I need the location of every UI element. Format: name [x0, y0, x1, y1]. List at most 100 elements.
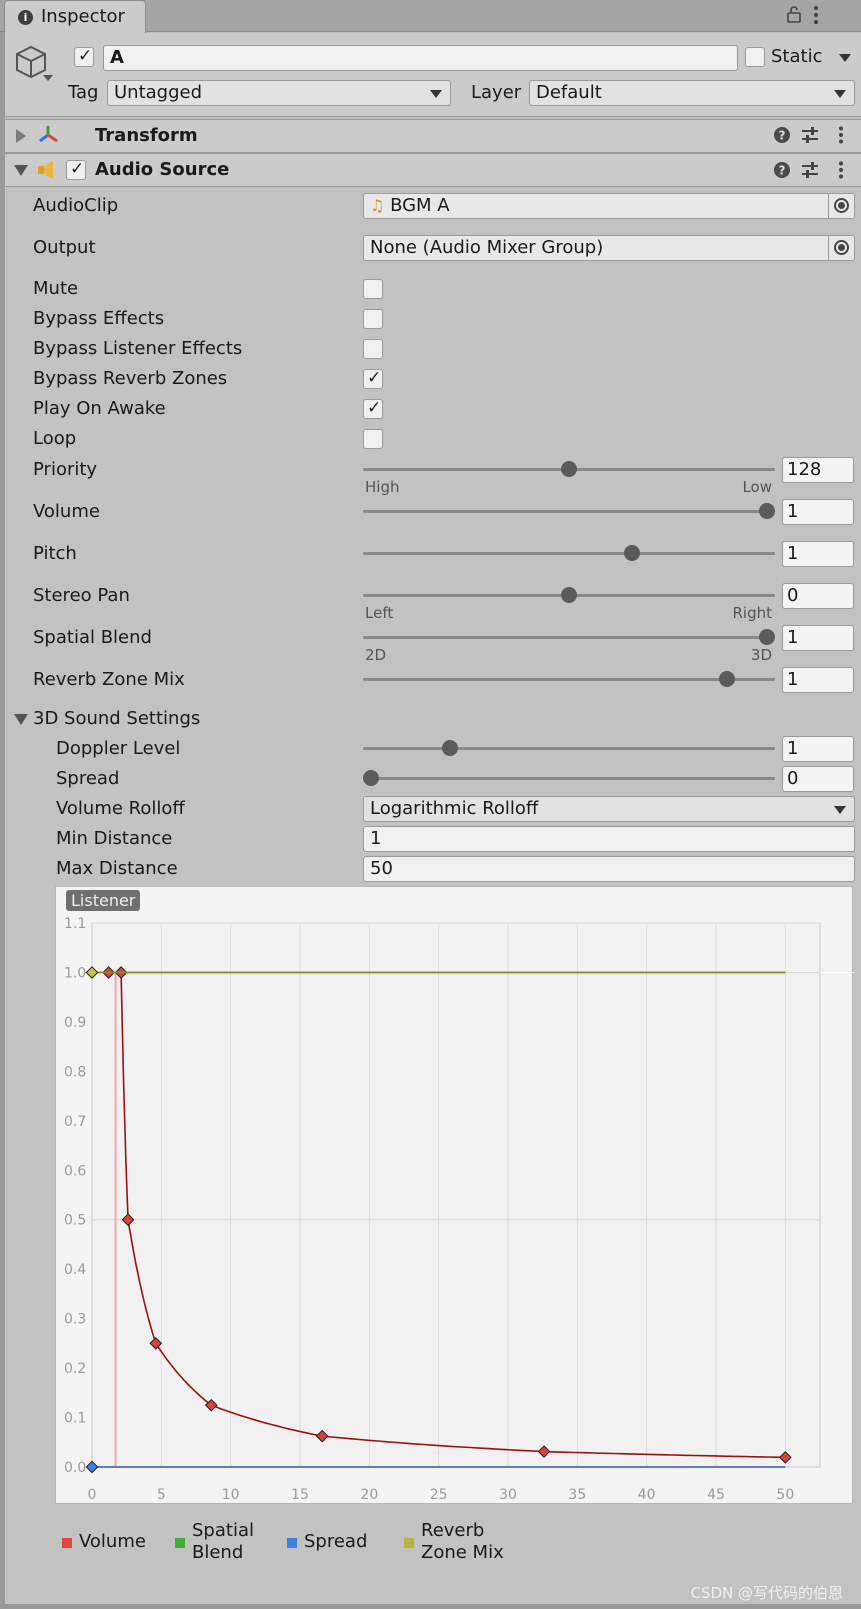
toggle-label: Bypass Listener Effects [33, 338, 243, 359]
slider-knob[interactable] [561, 587, 577, 603]
slider-track[interactable] [363, 510, 775, 513]
tab-title: Inspector [41, 6, 125, 27]
kebab-menu-icon[interactable] [838, 161, 844, 184]
foldout-expanded-icon[interactable] [14, 714, 28, 725]
y-tick-label: 0.9 [64, 1015, 86, 1031]
legend-swatch[interactable] [287, 1538, 297, 1548]
y-tick-label: 0.8 [64, 1064, 86, 1080]
y-tick-label: 1.1 [64, 916, 86, 932]
foldout-expanded-icon[interactable] [14, 165, 28, 176]
rolloff-graph[interactable]: 0 5 10 15 20 25 30 35 40 45 50 0.0 0.1 0.2 0.3 0.4 0.5 0.… [55, 886, 854, 1504]
object-picker-icon[interactable] [828, 236, 854, 260]
chevron-down-icon [834, 806, 846, 814]
static-checkbox[interactable] [745, 47, 765, 67]
kebab-menu-icon[interactable] [813, 5, 819, 30]
x-tick-label: 20 [360, 1487, 378, 1503]
audio-source-enabled-checkbox[interactable]: ✓ [66, 159, 86, 180]
foldout-collapsed-icon[interactable] [16, 129, 26, 143]
max-distance-field[interactable]: 50 [363, 856, 855, 882]
slider-knob[interactable] [624, 545, 641, 561]
slider-value-field[interactable]: 1 [782, 625, 854, 651]
tag-label: Tag [68, 82, 99, 103]
toggle-checkbox[interactable]: ✓ [363, 398, 383, 419]
toggle-checkbox[interactable] [363, 339, 383, 359]
slider-knob[interactable] [561, 461, 577, 477]
min-distance-field[interactable]: 1 [363, 826, 855, 852]
slider-max-label: Low [742, 478, 772, 496]
y-tick-label: 0.4 [64, 1262, 86, 1278]
doppler-slider-track[interactable] [363, 747, 775, 750]
preset-sliders-icon[interactable] [801, 126, 819, 149]
toggle-checkbox[interactable] [363, 309, 383, 329]
y-tick-label: 0.1 [64, 1411, 86, 1427]
slider-track[interactable] [363, 552, 775, 555]
slider-track[interactable] [363, 678, 775, 681]
plot-area [91, 922, 821, 1468]
object-picker-icon[interactable] [828, 194, 854, 218]
left-edge [0, 32, 5, 1609]
tab-inspector[interactable]: i Inspector [4, 0, 146, 33]
y-tick-label: 0.2 [64, 1361, 86, 1377]
x-tick-label: 15 [291, 1487, 309, 1503]
layer-dropdown[interactable]: Default [529, 80, 855, 106]
audioclip-value: BGM A [390, 195, 450, 216]
checkmark-icon: ✓ [367, 368, 382, 388]
x-tick-label: 40 [638, 1487, 656, 1503]
static-dropdown-icon[interactable] [839, 54, 851, 62]
slider-value-field[interactable]: 128 [782, 457, 854, 483]
name-field[interactable]: A [103, 45, 738, 71]
min-distance-label: Min Distance [56, 828, 173, 849]
max-distance-label: Max Distance [56, 858, 178, 879]
rolloff-dropdown[interactable]: Logarithmic Rolloff [363, 796, 855, 822]
y-tick-label: 0.7 [64, 1114, 86, 1130]
legend-label[interactable]: Spread [304, 1531, 367, 1553]
x-tick-label: 30 [499, 1487, 517, 1503]
slider-value-field[interactable]: 1 [782, 541, 854, 567]
slider-max-label: 3D [750, 646, 772, 664]
slider-knob[interactable] [759, 503, 775, 519]
audio-source-title: Audio Source [95, 159, 230, 180]
spread-slider-track[interactable] [363, 777, 775, 780]
toggle-checkbox[interactable]: ✓ [363, 368, 383, 389]
legend-label[interactable]: Volume [79, 1531, 146, 1553]
legend-swatch[interactable] [62, 1538, 72, 1548]
active-checkbox[interactable]: ✓ [74, 46, 94, 67]
legend-label[interactable]: Reverb Zone Mix [421, 1520, 504, 1564]
slider-value-field[interactable]: 1 [782, 499, 854, 525]
spread-slider-knob[interactable] [363, 770, 379, 786]
toggle-label: Bypass Effects [33, 308, 165, 329]
toggle-label: Mute [33, 278, 79, 299]
x-tick-label: 10 [222, 1487, 240, 1503]
slider-min-label: Left [365, 604, 394, 622]
slider-knob[interactable] [719, 671, 736, 687]
toggle-checkbox[interactable] [363, 429, 383, 449]
slider-value-field[interactable]: 0 [782, 583, 854, 609]
speaker-icon [37, 161, 57, 184]
legend-label[interactable]: Spatial Blend [192, 1520, 254, 1564]
preset-sliders-icon[interactable] [801, 161, 819, 184]
y-tick-label: 0.3 [64, 1312, 86, 1328]
slider-value-field[interactable]: 1 [782, 667, 854, 693]
tag-dropdown[interactable]: Untagged [107, 80, 451, 106]
slider-track[interactable] [363, 636, 775, 639]
rolloff-label: Volume Rolloff [56, 798, 185, 819]
watermark: CSDN @写代码的伯恩 [690, 1584, 843, 1602]
slider-min-label: High [365, 478, 400, 496]
audioclip-field[interactable]: ♫ BGM A [363, 193, 855, 219]
toggle-checkbox[interactable] [363, 279, 383, 299]
spread-value-field[interactable]: 0 [782, 766, 854, 792]
output-field[interactable]: None (Audio Mixer Group) [363, 235, 855, 261]
legend-swatch[interactable] [175, 1538, 185, 1548]
doppler-value-field[interactable]: 1 [782, 736, 854, 762]
slider-knob[interactable] [759, 629, 775, 645]
kebab-menu-icon[interactable] [838, 126, 844, 149]
doppler-slider-knob[interactable] [442, 740, 459, 756]
help-icon[interactable]: ? [773, 126, 791, 149]
legend-swatch[interactable] [404, 1538, 414, 1548]
y-tick-label: 0.5 [64, 1213, 86, 1229]
sound3d-title[interactable]: 3D Sound Settings [33, 708, 200, 729]
help-icon[interactable]: ? [773, 161, 791, 184]
music-note-icon: ♫ [370, 196, 385, 215]
y-tick-label: 0.0 [64, 1460, 86, 1476]
lock-icon[interactable] [786, 5, 802, 28]
